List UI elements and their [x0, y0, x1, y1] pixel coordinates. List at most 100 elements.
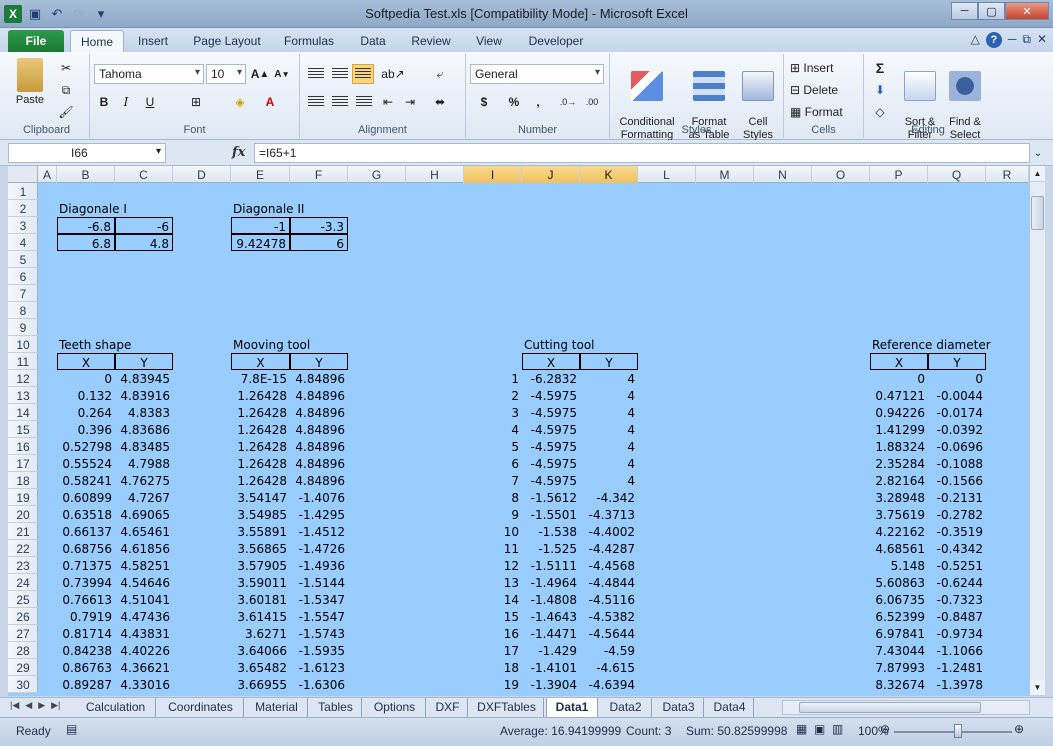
cell[interactable]: 2.35284: [870, 455, 928, 472]
column-header-f[interactable]: F: [290, 166, 348, 183]
increase-decimal-icon[interactable]: .0→: [558, 92, 578, 112]
cell[interactable]: 1.26428: [231, 387, 290, 404]
row-header[interactable]: 20: [8, 506, 38, 523]
zoom-slider-knob[interactable]: [954, 724, 962, 738]
row-header[interactable]: 4: [8, 234, 38, 251]
cell[interactable]: 0.76613: [57, 591, 115, 608]
column-header-p[interactable]: P: [870, 166, 928, 183]
row-header[interactable]: 25: [8, 591, 38, 608]
zoom-out-icon[interactable]: ⊖: [880, 722, 890, 736]
cell[interactable]: 4.84896: [290, 438, 348, 455]
cell[interactable]: -4.3713: [580, 506, 638, 523]
sheet-tab-data3[interactable]: Data3: [654, 698, 704, 717]
cell[interactable]: 3.65482: [231, 659, 290, 676]
cell[interactable]: -1: [231, 217, 290, 234]
cell[interactable]: 8: [464, 489, 522, 506]
cell[interactable]: 3.56865: [231, 540, 290, 557]
cell[interactable]: 4.58251: [115, 557, 173, 574]
cell[interactable]: 4.36621: [115, 659, 173, 676]
cell[interactable]: -4.5975: [522, 438, 580, 455]
cell[interactable]: -0.0044: [928, 387, 986, 404]
cell[interactable]: -6.2832: [522, 370, 580, 387]
row-header[interactable]: 22: [8, 540, 38, 557]
row-header[interactable]: 21: [8, 523, 38, 540]
cell[interactable]: 2.82164: [870, 472, 928, 489]
row-header[interactable]: 14: [8, 404, 38, 421]
cell[interactable]: 3.75619: [870, 506, 928, 523]
cell[interactable]: Teeth shape: [57, 336, 173, 353]
row-header[interactable]: 13: [8, 387, 38, 404]
bold-button[interactable]: B: [94, 92, 114, 112]
cell[interactable]: 4: [580, 421, 638, 438]
sheet-tab-options[interactable]: Options: [364, 698, 426, 717]
borders-icon[interactable]: ⊞: [184, 92, 208, 112]
cell[interactable]: 4.84896: [290, 387, 348, 404]
cell[interactable]: -1.5547: [290, 608, 348, 625]
cell[interactable]: Mooving tool: [231, 336, 348, 353]
tab-review[interactable]: Review: [404, 30, 458, 52]
zoom-slider[interactable]: [894, 731, 1012, 733]
cell[interactable]: 3.66955: [231, 676, 290, 693]
cell[interactable]: -0.2131: [928, 489, 986, 506]
formula-input[interactable]: =I65+1: [254, 143, 1030, 163]
ribbon-minimize-icon[interactable]: △: [971, 32, 980, 48]
sheet-tab-data1[interactable]: Data1: [546, 698, 598, 717]
row-header[interactable]: 15: [8, 421, 38, 438]
cell[interactable]: 4.83916: [115, 387, 173, 404]
cell[interactable]: 4: [580, 387, 638, 404]
cell[interactable]: 4.47436: [115, 608, 173, 625]
row-header[interactable]: 7: [8, 285, 38, 302]
cell[interactable]: -1.5111: [522, 557, 580, 574]
cell[interactable]: 8.32674: [870, 676, 928, 693]
cell[interactable]: Y: [290, 353, 348, 370]
cell[interactable]: 4.40226: [115, 642, 173, 659]
cell[interactable]: -4.6394: [580, 676, 638, 693]
row-header[interactable]: 10: [8, 336, 38, 353]
column-header-g[interactable]: G: [348, 166, 406, 183]
cell[interactable]: -1.4295: [290, 506, 348, 523]
grow-font-icon[interactable]: A ▲: [250, 64, 270, 84]
vertical-scroll-thumb[interactable]: [1031, 196, 1044, 230]
cell[interactable]: -1.5743: [290, 625, 348, 642]
cell[interactable]: -4.5975: [522, 387, 580, 404]
clear-icon[interactable]: ◇: [868, 102, 892, 122]
workbook-close-icon[interactable]: ✕: [1037, 32, 1047, 48]
cell[interactable]: 4.33016: [115, 676, 173, 693]
fill-color-icon[interactable]: ◈: [228, 92, 252, 112]
orientation-icon[interactable]: ab↗: [380, 64, 406, 84]
scroll-down-icon[interactable]: ▼: [1030, 680, 1045, 696]
number-format-combo[interactable]: General: [470, 64, 604, 84]
cell[interactable]: -1.4808: [522, 591, 580, 608]
column-header-d[interactable]: D: [173, 166, 231, 183]
cell[interactable]: 0: [57, 370, 115, 387]
cell[interactable]: -0.1088: [928, 455, 986, 472]
close-button[interactable]: ✕: [1005, 2, 1049, 20]
cell[interactable]: -4.59: [580, 642, 638, 659]
cell[interactable]: -4.4002: [580, 523, 638, 540]
cell[interactable]: 0.66137: [57, 523, 115, 540]
workbook-restore-icon[interactable]: ⧉: [1022, 32, 1031, 48]
cell[interactable]: 4.8383: [115, 404, 173, 421]
cell[interactable]: 5.148: [870, 557, 928, 574]
column-header-i[interactable]: I: [464, 166, 522, 183]
cell[interactable]: 0.81714: [57, 625, 115, 642]
cell[interactable]: 6.06735: [870, 591, 928, 608]
cell[interactable]: -1.4726: [290, 540, 348, 557]
sheet-tab-dxftables[interactable]: DXFTables: [470, 698, 544, 717]
row-header[interactable]: 1: [8, 183, 38, 200]
next-sheet-icon[interactable]: ▶: [38, 700, 45, 711]
cell[interactable]: 1.26428: [231, 455, 290, 472]
sheet-tab-data4[interactable]: Data4: [706, 698, 754, 717]
cell[interactable]: 0.47121: [870, 387, 928, 404]
underline-button[interactable]: U: [140, 92, 160, 112]
insert-function-icon[interactable]: fx: [232, 145, 245, 160]
cell[interactable]: 3.6271: [231, 625, 290, 642]
row-header[interactable]: 28: [8, 642, 38, 659]
row-header[interactable]: 8: [8, 302, 38, 319]
cell[interactable]: 4: [580, 404, 638, 421]
align-bottom-icon[interactable]: [352, 64, 374, 84]
cell[interactable]: -1.4964: [522, 574, 580, 591]
cell[interactable]: 4.83686: [115, 421, 173, 438]
fill-icon[interactable]: ⬇: [868, 80, 892, 100]
cell[interactable]: -1.525: [522, 540, 580, 557]
